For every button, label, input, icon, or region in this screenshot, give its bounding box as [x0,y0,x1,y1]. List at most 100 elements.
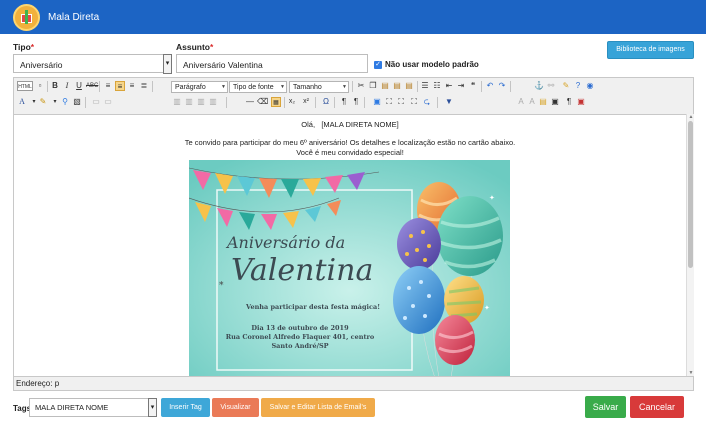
chevron-down-icon[interactable]: ▾ [163,54,172,74]
cut-icon[interactable]: ✂ [356,81,366,91]
font-size-select[interactable]: Tamanho ▼ [289,81,349,93]
table-props-icon[interactable]: ▥ [208,97,218,107]
scrollbar-thumb[interactable] [688,121,693,268]
anchor-icon[interactable]: ⚓ [534,81,544,91]
highlight-color-icon[interactable]: ✎ [38,97,48,107]
indent-icon[interactable]: ⇥ [456,81,466,91]
invite-city: Santo André/SP [271,342,329,350]
attribs-icon[interactable]: ▣ [550,97,560,107]
undo-icon[interactable]: ↶ [485,81,495,91]
rtl-icon[interactable]: ¶ [351,97,361,107]
copy-icon[interactable]: ❐ [368,81,378,91]
svg-text:✦: ✦ [489,194,495,202]
insert-tag-button[interactable]: Inserir Tag [161,398,210,417]
visual-aid-icon[interactable]: ▦ [271,97,281,107]
layer-front-icon[interactable]: ⛶ [409,97,419,107]
tipo-select[interactable]: Aniversário ▾ [13,54,172,74]
absolute-icon[interactable]: ⮎ [422,97,432,107]
subscript-icon[interactable]: x₂ [287,97,297,107]
save-edit-list-button[interactable]: Salvar e Editar Lista de Email's [261,398,375,417]
superscript-icon[interactable]: x² [301,97,311,107]
invite-title-line-1: Aniversário da [227,233,346,252]
align-center-icon[interactable]: ≡ [115,81,125,91]
app-title: Mala Direta [48,12,100,23]
bold-icon[interactable]: B [50,81,60,91]
fullscreen-icon[interactable]: ▣ [576,97,586,107]
cite-icon[interactable]: A [516,97,526,107]
new-document-icon[interactable]: ▫ [35,81,45,91]
italic-icon[interactable]: I [62,81,72,91]
invite-title-line-2: Valentina [231,253,374,288]
help-icon[interactable]: ? [573,81,583,91]
paragraph-select[interactable]: Parágrafo ▼ [171,81,228,93]
table-col-icon[interactable]: ▭ [103,97,113,107]
editor-scrollbar[interactable]: ▲ ▼ [686,114,694,376]
body-line-1: Te convido para participar do meu 6º ani… [184,138,516,147]
bullet-list-icon[interactable]: ☰ [420,81,430,91]
editor-status-bar: Endereço: p [14,376,693,390]
layer-back-icon[interactable]: ⛶ [396,97,406,107]
image-library-button[interactable]: Biblioteca de imagens [607,41,694,59]
no-default-label: Não usar modelo padrão [385,60,479,69]
gift-logo-icon [13,4,40,31]
outdent-icon[interactable]: ⇤ [444,81,454,91]
title-bar: Mala Direta [0,0,706,34]
html-source-icon[interactable]: HTML [17,81,33,91]
remove-format-icon[interactable]: ⌫ [257,97,268,107]
scroll-up-icon[interactable]: ▲ [687,114,695,120]
assunto-input[interactable]: Aniversário Valentina [176,54,368,73]
redo-icon[interactable]: ↷ [497,81,507,91]
save-button[interactable]: Salvar [585,396,626,418]
chevron-down-icon[interactable]: ▾ [148,398,157,417]
chevron-down-icon[interactable]: ▾ [50,97,60,107]
underline-icon[interactable]: U [74,81,84,91]
horizontal-rule-icon[interactable]: — [245,97,255,107]
abbr-icon[interactable]: A [527,97,537,107]
editor-content[interactable]: Olá, [MALA DIRETA NOME] Te convido para … [14,114,686,376]
birthday-invite-image[interactable]: * ✦ ✦ Aniversário da Valentina Venha par… [189,160,510,376]
blockquote-icon[interactable]: ❝ [468,81,478,91]
table-split-icon[interactable]: ▥ [184,97,194,107]
strikethrough-icon[interactable]: ABC [86,81,98,91]
show-blocks-icon[interactable]: ¶ [564,97,574,107]
invite-tagline: Venha participar desta festa mágica! [246,303,381,311]
code-icon[interactable]: ◉ [585,81,595,91]
greeting-line: Olá, [MALA DIRETA NOME] [301,120,399,129]
template-icon[interactable]: ▤ [538,97,548,107]
font-color-icon[interactable]: A [17,97,27,107]
view-button[interactable]: Visualizar [212,398,259,417]
name-placeholder-tag: [MALA DIRETA NOME] [321,120,399,129]
replace-icon[interactable]: ▧ [72,97,82,107]
tags-select[interactable]: MALA DIRETA NOME ▾ [29,398,157,417]
paste-icon[interactable]: ▤ [380,81,390,91]
align-left-icon[interactable]: ≡ [103,81,113,91]
svg-text:✦: ✦ [484,304,490,312]
table-merge-icon[interactable]: ▥ [172,97,182,107]
rich-text-editor: HTML ▫ B I U ABC ≡ ≡ ≡ ≣ Parágrafo ▼ Tipo… [13,77,694,391]
table-row-icon[interactable]: ▭ [91,97,101,107]
assunto-label: Assunto* [176,42,214,52]
font-family-select[interactable]: Tipo de fonte ▼ [229,81,287,93]
special-char-icon[interactable]: Ω [321,97,331,107]
body-line-2: Você é meu convidado especial! [296,148,404,157]
chevron-down-icon: ▼ [221,84,226,90]
table-delete-icon[interactable]: ▥ [196,97,206,107]
no-default-checkbox[interactable]: ✓ [374,61,382,69]
layer-icon[interactable]: ▣ [372,97,382,107]
paste-word-icon[interactable]: ▤ [404,81,414,91]
style-props-icon[interactable]: ▼ [444,97,454,107]
invite-address: Rua Coronel Alfredo Flaquer 401, centro [225,333,375,341]
invite-date: Dia 13 de outubro de 2019 [251,324,349,332]
tipo-label: Tipo* [13,42,35,52]
ltr-icon[interactable]: ¶ [339,97,349,107]
align-right-icon[interactable]: ≡ [127,81,137,91]
cleanup-icon[interactable]: ✎ [561,81,571,91]
paste-text-icon[interactable]: ▤ [392,81,402,91]
numbered-list-icon[interactable]: ☷ [432,81,442,91]
search-icon[interactable]: ⚲ [60,97,70,107]
cancel-button[interactable]: Cancelar [630,396,684,418]
tipo-select-value: Aniversário [20,60,63,70]
layer-move-icon[interactable]: ⛶ [384,97,394,107]
unlink-icon[interactable]: ⚯ [546,81,556,91]
align-justify-icon[interactable]: ≣ [139,81,149,91]
